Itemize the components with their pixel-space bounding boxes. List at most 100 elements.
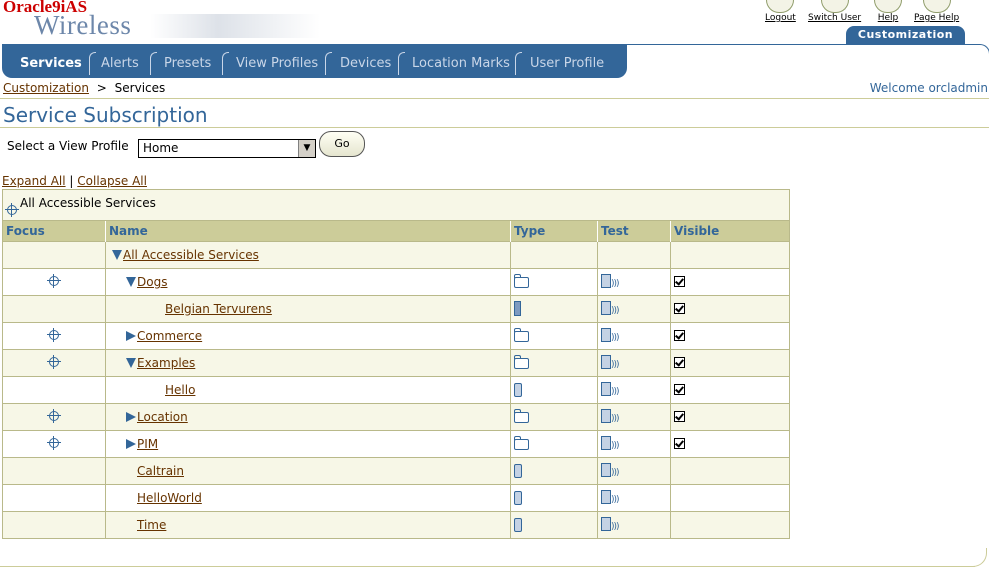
page-help-link[interactable]: Page Help xyxy=(914,0,959,23)
focus-icon[interactable] xyxy=(47,435,61,450)
collapse-icon[interactable] xyxy=(126,358,136,368)
tab-separator xyxy=(89,52,96,75)
signal-waves-icon: ))) xyxy=(611,522,619,532)
chevron-down-icon[interactable]: ▼ xyxy=(298,140,315,157)
tab-user-profile[interactable]: User Profile xyxy=(530,55,604,73)
test-device-icon[interactable] xyxy=(601,328,611,342)
test-device-icon[interactable] xyxy=(601,274,611,288)
visible-checkbox[interactable] xyxy=(674,276,685,287)
help-link[interactable]: Help xyxy=(874,0,902,23)
test-device-icon[interactable] xyxy=(601,301,611,315)
tab-alerts[interactable]: Alerts xyxy=(101,55,139,73)
column-header-focus: Focus xyxy=(3,221,106,242)
name-cell: Commerce xyxy=(105,322,511,350)
test-device-icon[interactable] xyxy=(601,436,611,450)
column-header-test: Test xyxy=(597,221,671,242)
test-device-icon[interactable] xyxy=(601,355,611,369)
signal-waves-icon: ))) xyxy=(611,360,619,370)
breadcrumb-current: Services xyxy=(114,81,166,95)
collapse-all-link[interactable]: Collapse All xyxy=(77,174,147,188)
expand-all-link[interactable]: Expand All xyxy=(2,174,66,188)
focus-icon[interactable] xyxy=(47,408,61,423)
expand-icon[interactable] xyxy=(126,412,136,422)
visible-checkbox[interactable] xyxy=(674,438,685,449)
test-device-icon[interactable] xyxy=(601,382,611,396)
test-cell: ))) xyxy=(597,511,671,538)
focus-icon[interactable] xyxy=(47,354,61,369)
focus-cell xyxy=(3,484,106,512)
test-device-icon[interactable] xyxy=(601,409,611,423)
visible-checkbox[interactable] xyxy=(674,357,685,368)
wireless-logo: Wireless xyxy=(34,10,132,40)
focus-icon[interactable] xyxy=(5,203,19,217)
visible-checkbox[interactable] xyxy=(674,384,685,395)
service-link[interactable]: All Accessible Services xyxy=(123,248,259,262)
phone-icon xyxy=(514,382,522,397)
tab-presets[interactable]: Presets xyxy=(164,55,211,73)
switch-user-link[interactable]: Switch User xyxy=(808,0,861,23)
service-link[interactable]: Belgian Tervurens xyxy=(165,302,272,316)
service-link[interactable]: HelloWorld xyxy=(137,491,202,505)
table-row: Hello))) xyxy=(3,376,789,404)
test-device-icon[interactable] xyxy=(601,517,611,531)
view-profile-label: Select a View Profile xyxy=(7,139,129,153)
type-cell xyxy=(510,511,598,538)
focus-icon[interactable] xyxy=(47,273,61,288)
collapse-icon[interactable] xyxy=(112,250,122,260)
table-row: Commerce))) xyxy=(3,322,789,350)
page-help-icon xyxy=(922,0,951,13)
test-device-icon[interactable] xyxy=(601,463,611,477)
service-link[interactable]: Time xyxy=(137,518,166,532)
breadcrumb-customization-link[interactable]: Customization xyxy=(3,81,89,95)
service-link[interactable]: Location xyxy=(137,410,188,424)
focus-cell xyxy=(3,403,106,431)
tab-view-profiles[interactable]: View Profiles xyxy=(236,55,318,73)
focus-cell xyxy=(3,376,106,404)
type-cell xyxy=(510,484,598,512)
table-row: PIM))) xyxy=(3,430,789,458)
test-device-icon[interactable] xyxy=(601,490,611,504)
name-cell: Dogs xyxy=(105,268,511,296)
folder-icon xyxy=(514,409,529,423)
breadcrumb-separator: > xyxy=(96,81,107,95)
visible-checkbox[interactable] xyxy=(674,303,685,314)
visible-checkbox[interactable] xyxy=(674,411,685,422)
focus-icon[interactable] xyxy=(47,327,61,342)
expand-icon[interactable] xyxy=(126,331,136,341)
go-button[interactable]: Go xyxy=(319,131,365,157)
view-profile-select[interactable]: Home ▼ xyxy=(138,139,316,158)
test-cell: ))) xyxy=(597,268,671,296)
divider xyxy=(0,127,989,128)
signal-waves-icon: ))) xyxy=(611,279,619,289)
type-cell xyxy=(510,322,598,350)
name-cell: Location xyxy=(105,403,511,431)
table-header-row: Focus Name Type Test Visible xyxy=(3,221,789,242)
visible-cell xyxy=(670,241,789,269)
services-table: All Accessible Services Focus Name Type … xyxy=(2,189,790,539)
help-icon xyxy=(874,0,902,13)
tab-customization[interactable]: Customization xyxy=(846,26,965,44)
type-cell xyxy=(510,241,598,269)
name-cell: Caltrain xyxy=(105,457,511,485)
root-focus-row: All Accessible Services xyxy=(3,190,789,221)
service-link[interactable]: Caltrain xyxy=(137,464,184,478)
page-help-label: Page Help xyxy=(914,13,960,23)
service-link[interactable]: Hello xyxy=(165,383,195,397)
tab-location-marks[interactable]: Location Marks xyxy=(412,55,510,73)
expand-icon[interactable] xyxy=(126,439,136,449)
logout-link[interactable]: Logout xyxy=(765,0,796,23)
table-row: Belgian Tervurens))) xyxy=(3,295,789,323)
folder-icon xyxy=(514,436,529,450)
tab-services[interactable]: Services xyxy=(20,55,82,73)
collapse-icon[interactable] xyxy=(126,277,136,287)
type-cell xyxy=(510,376,598,404)
signal-waves-icon: ))) xyxy=(611,495,619,505)
visible-checkbox[interactable] xyxy=(674,330,685,341)
tab-devices[interactable]: Devices xyxy=(340,55,391,73)
service-link[interactable]: Commerce xyxy=(137,329,202,343)
visible-cell xyxy=(670,511,789,538)
service-link[interactable]: Examples xyxy=(137,356,195,370)
signal-waves-icon: ))) xyxy=(611,441,619,451)
service-link[interactable]: PIM xyxy=(137,437,158,451)
service-link[interactable]: Dogs xyxy=(137,275,167,289)
